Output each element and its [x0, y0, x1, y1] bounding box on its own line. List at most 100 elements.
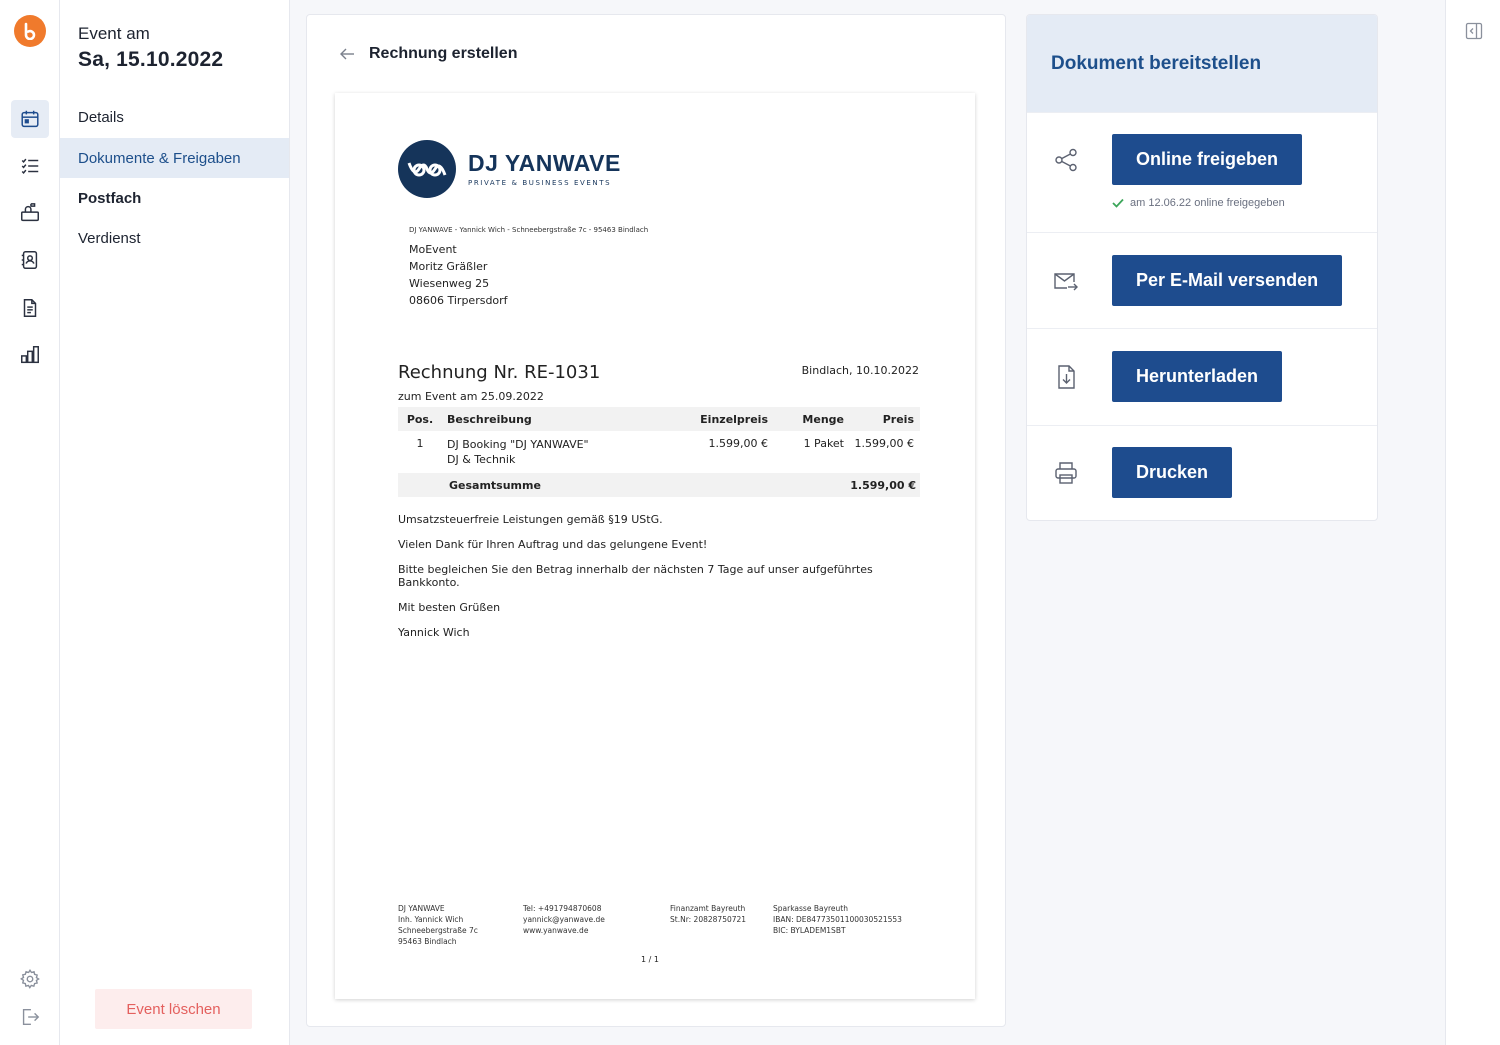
invoice-preview: DJ YANWAVE PRIVATE & BUSINESS EVENTS DJ …	[335, 93, 975, 999]
checklist-icon	[21, 158, 39, 174]
closing-note: Mit besten Grüßen	[398, 601, 501, 614]
download-button[interactable]: Herunterladen	[1112, 351, 1283, 402]
page-number: 1 / 1	[641, 955, 659, 964]
mail-send-icon	[1054, 273, 1078, 291]
cell-desc-line: DJ & Technik	[447, 453, 516, 466]
rail-statistics[interactable]	[11, 336, 49, 374]
event-label: Event am	[78, 24, 150, 43]
footer-line: IBAN: DE84773501100030521553	[773, 915, 902, 924]
cell-qty: 1 Paket	[803, 437, 844, 450]
nav-item-mailbox[interactable]: Postfach	[60, 178, 289, 218]
rail-documents[interactable]	[11, 289, 49, 327]
nav-item-earnings[interactable]: Verdienst	[60, 218, 289, 258]
share-panel-header: Dokument bereitstellen	[1027, 15, 1377, 112]
invoice-subtitle: zum Event am 25.09.2022	[398, 390, 544, 403]
brand-mark-icon	[398, 140, 456, 198]
recipient-line: Moritz Gräßler	[409, 260, 488, 273]
rail-logout[interactable]	[11, 998, 49, 1036]
footer-tax: Finanzamt Bayreuth St.Nr: 20828750721	[670, 903, 746, 925]
footer-line: Tel: +491794870608	[523, 904, 602, 913]
table-total-row: Gesamtsumme 1.599,00 €	[398, 473, 920, 497]
send-email-button[interactable]: Per E-Mail versenden	[1112, 255, 1343, 306]
footer-line: Schneebergstraße 7c	[398, 926, 478, 935]
invoice-date: Bindlach, 10.10.2022	[801, 364, 919, 377]
collapse-panel-icon[interactable]	[1465, 22, 1483, 40]
share-icon	[1055, 148, 1077, 172]
event-date: Sa, 15.10.2022	[78, 48, 224, 71]
sender-line: DJ YANWAVE - Yannick Wich - Schneebergst…	[409, 226, 649, 234]
check-icon	[1112, 198, 1124, 208]
total-value: 1.599,00 €	[850, 478, 916, 492]
footer-bank: Sparkasse Bayreuth IBAN: DE8477350110003…	[773, 903, 902, 936]
footer-line: Finanzamt Bayreuth	[670, 904, 746, 913]
total-label: Gesamtsumme	[449, 478, 541, 492]
invoice-card: Rechnung erstellen DJ YANWAVE PRIVATE & …	[306, 14, 1006, 1027]
footer-line: Inh. Yannick Wich	[398, 915, 464, 924]
tax-note: Umsatzsteuerfreie Leistungen gemäß §19 U…	[398, 513, 663, 526]
signature-name: Yannick Wich	[398, 626, 470, 639]
cell-unit: 1.599,00 €	[708, 437, 768, 450]
brand-tagline: PRIVATE & BUSINESS EVENTS	[468, 178, 612, 187]
printer-icon	[1055, 462, 1077, 484]
brand-logo: DJ YANWAVE PRIVATE & BUSINESS EVENTS	[398, 140, 621, 198]
mailbox-icon	[21, 203, 39, 222]
share-panel-title: Dokument bereitstellen	[1051, 53, 1262, 74]
print-button[interactable]: Drucken	[1112, 447, 1233, 498]
rail-settings[interactable]	[11, 960, 49, 998]
recipient-address: MoEvent Moritz Gräßler Wiesenweg 25 0860…	[409, 241, 508, 309]
invoice-table: Pos. Beschreibung Einzelpreis Menge Prei…	[398, 407, 920, 497]
cell-pos: 1	[416, 437, 424, 450]
share-status-text: am 12.06.22 online freigegeben	[1130, 197, 1285, 209]
share-row-print: Drucken	[1027, 425, 1377, 520]
thanks-note: Vielen Dank für Ihren Auftrag und das ge…	[398, 538, 708, 551]
footer-line: www.yanwave.de	[523, 926, 589, 935]
icon-rail	[0, 0, 60, 1045]
delete-event-button[interactable]: Event löschen	[95, 989, 252, 1029]
share-panel: Dokument bereitstellen Online freigeben …	[1026, 14, 1378, 521]
download-file-icon	[1058, 365, 1075, 389]
cell-price: 1.599,00 €	[854, 437, 914, 450]
bar-chart-icon	[21, 346, 39, 364]
share-online-button[interactable]: Online freigeben	[1112, 134, 1303, 185]
payment-note: Bitte begleichen Sie den Betrag innerhal…	[398, 563, 873, 589]
nav-item-details[interactable]: Details	[60, 97, 289, 137]
rail-calendar[interactable]	[11, 100, 49, 138]
brand-name: DJ YANWAVE	[468, 149, 621, 176]
footer-line: 95463 Bindlach	[398, 937, 457, 946]
header-pos: Pos.	[406, 412, 434, 426]
document-icon	[23, 299, 37, 317]
table-row: 1 DJ Booking "DJ YANWAVE" DJ & Technik 1…	[398, 431, 920, 473]
footer-line: yannick@yanwave.de	[523, 915, 605, 924]
contacts-icon	[21, 251, 38, 269]
share-row-online: Online freigeben am 12.06.22 online frei…	[1027, 112, 1377, 232]
calendar-icon	[21, 110, 39, 128]
gear-icon	[20, 969, 40, 989]
rail-mailbox[interactable]	[11, 194, 49, 232]
logo-icon	[24, 22, 36, 40]
footer-line: St.Nr: 20828750721	[670, 915, 747, 924]
header-price: Preis	[882, 412, 914, 426]
cell-desc-line: DJ Booking "DJ YANWAVE"	[447, 438, 589, 451]
share-status: am 12.06.22 online freigegeben	[1112, 197, 1285, 209]
rail-contacts[interactable]	[11, 241, 49, 279]
recipient-line: 08606 Tirpersdorf	[409, 294, 508, 307]
share-row-email: Per E-Mail versenden	[1027, 232, 1377, 328]
footer-line: DJ YANWAVE	[398, 904, 445, 913]
nav-item-documents[interactable]: Dokumente & Freigaben	[60, 138, 289, 178]
logout-icon	[22, 1008, 40, 1026]
header-desc: Beschreibung	[447, 412, 532, 426]
back-row: Rechnung erstellen	[339, 45, 517, 63]
rail-checklist[interactable]	[11, 147, 49, 185]
app-logo[interactable]	[14, 15, 46, 47]
footer-company: DJ YANWAVE Inh. Yannick Wich Schneebergs…	[398, 903, 478, 947]
event-subnav: Event am Sa, 15.10.2022 Details Dokument…	[60, 0, 290, 1045]
arrow-left-icon[interactable]	[339, 46, 355, 62]
page-title: Rechnung erstellen	[369, 45, 518, 62]
footer-line: Sparkasse Bayreuth	[773, 904, 848, 913]
right-rail	[1445, 0, 1500, 1045]
footer-line: BIC: BYLADEM1SBT	[773, 926, 846, 935]
cell-desc: DJ Booking "DJ YANWAVE" DJ & Technik	[442, 437, 698, 467]
header-qty: Menge	[802, 412, 844, 426]
table-header: Pos. Beschreibung Einzelpreis Menge Prei…	[398, 407, 920, 431]
share-row-download: Herunterladen	[1027, 328, 1377, 425]
